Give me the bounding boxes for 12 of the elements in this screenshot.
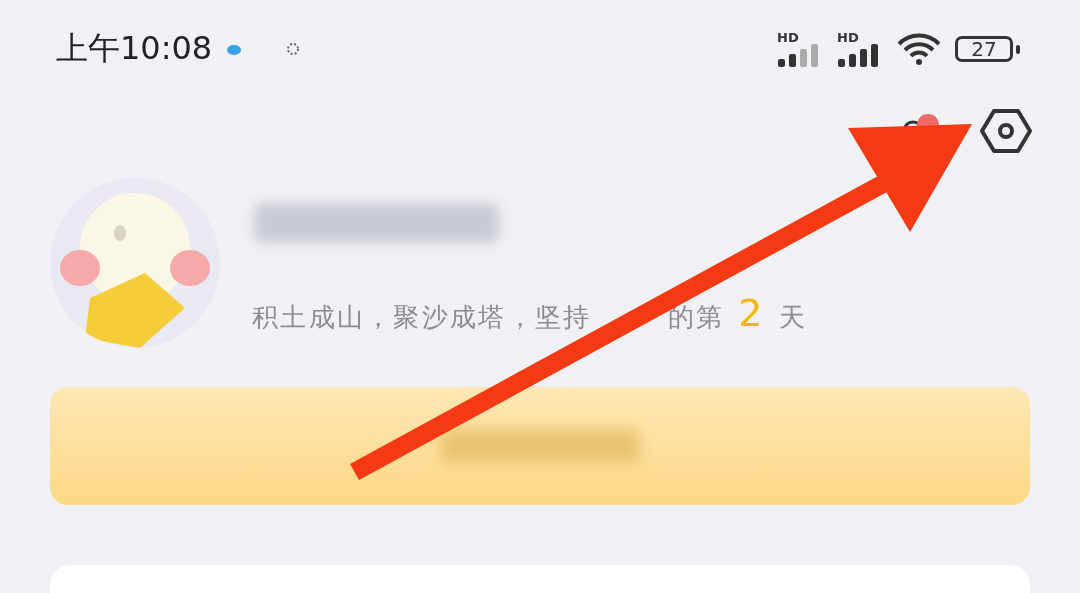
day-count: 2 [738,291,765,335]
motto-text: 的第 [667,301,725,334]
membership-card[interactable] [50,387,1030,505]
cloud-icon [226,43,243,55]
motto-text: 积土成山，聚沙成塔，坚持 [252,301,592,334]
wifi-icon [897,32,941,66]
network-label: HD [837,30,859,44]
status-time: 上午10:08 [56,28,213,69]
notification-icon [286,42,301,56]
network-label: HD [777,30,799,44]
settings-icon[interactable] [980,108,1032,154]
day-unit: 天 [778,301,807,334]
